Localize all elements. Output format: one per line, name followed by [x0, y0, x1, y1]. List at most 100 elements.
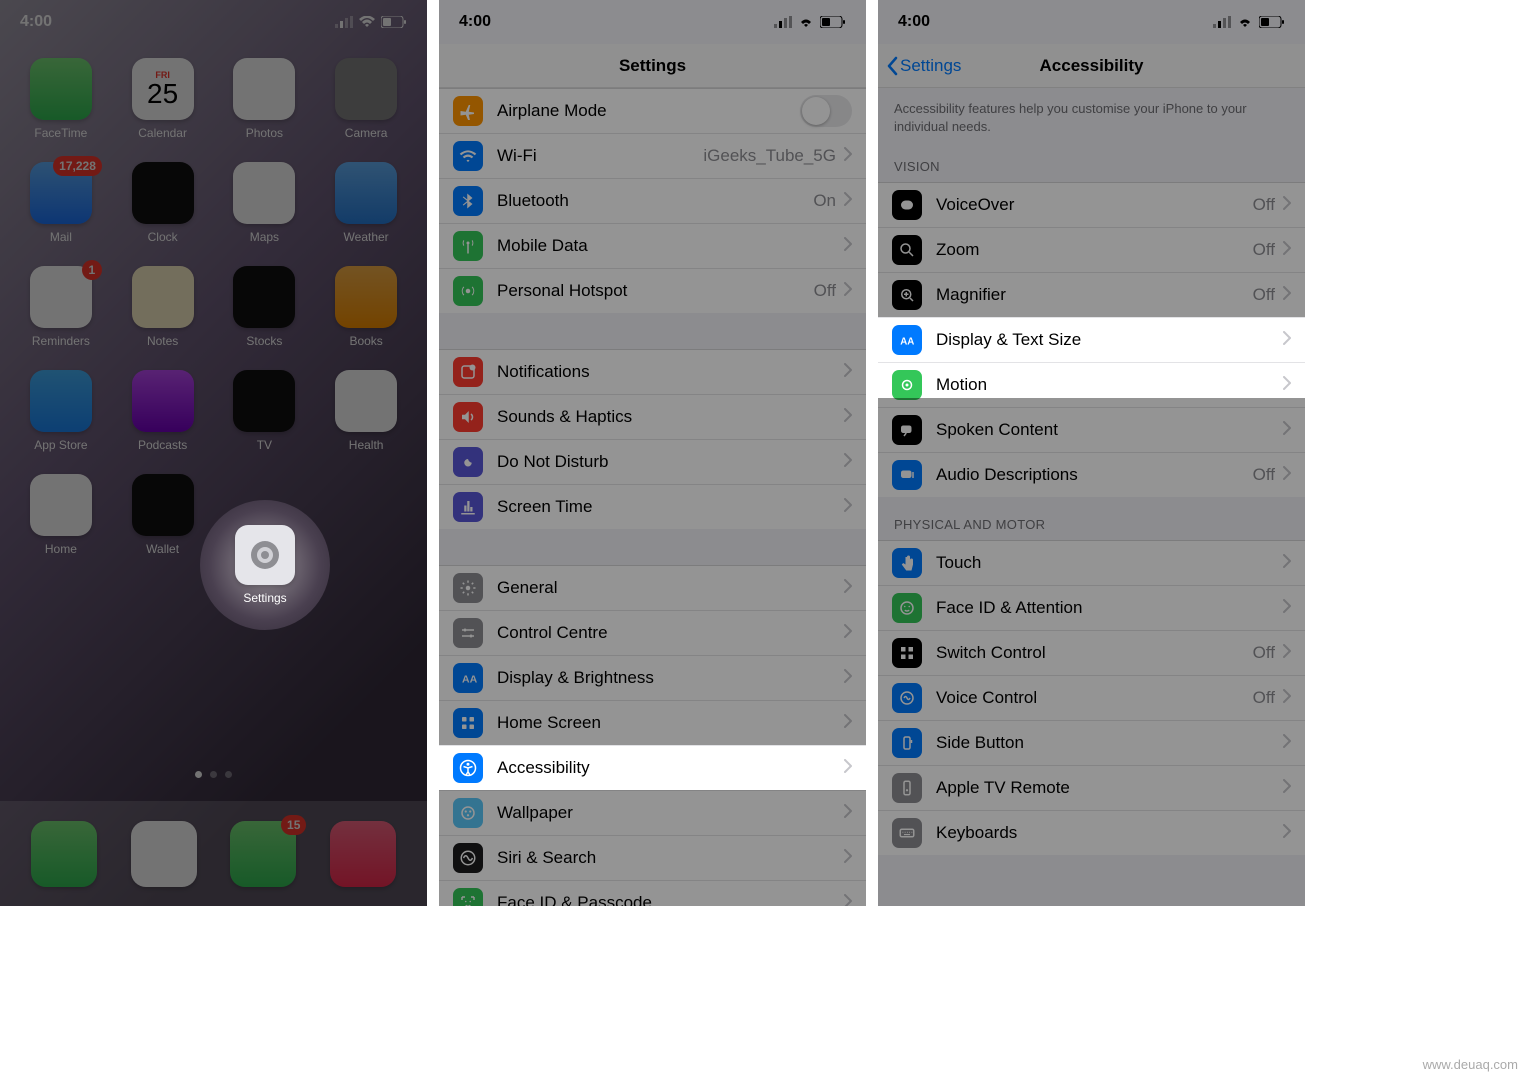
row-voice-control[interactable]: Voice ControlOff — [878, 675, 1305, 720]
row-control-centre[interactable]: Control Centre — [439, 610, 866, 655]
row-label: Switch Control — [936, 643, 1253, 663]
app-home[interactable]: Home — [10, 474, 112, 556]
status-bar: 4:00 — [878, 0, 1305, 44]
back-button[interactable]: Settings — [886, 56, 961, 76]
dock: 15 — [0, 801, 427, 906]
row-side-button[interactable]: Side Button — [878, 720, 1305, 765]
wifi-icon — [798, 16, 814, 28]
chevron-icon — [1283, 779, 1291, 798]
chevron-icon — [844, 804, 852, 823]
row-label: Screen Time — [497, 497, 844, 517]
chevron-icon — [1283, 599, 1291, 618]
settings-icon — [235, 525, 295, 585]
app-stocks[interactable]: Stocks — [214, 266, 316, 348]
clock-icon — [132, 162, 194, 224]
row-display-text-size[interactable]: AADisplay & Text Size — [878, 317, 1305, 362]
row-sounds-haptics[interactable]: Sounds & Haptics — [439, 394, 866, 439]
homescreen-icon — [453, 708, 483, 738]
chevron-icon — [844, 894, 852, 907]
battery-icon — [1259, 16, 1285, 28]
chevron-icon — [844, 624, 852, 643]
app-label: Home — [45, 542, 77, 556]
row-general[interactable]: General — [439, 565, 866, 610]
app-podcasts[interactable]: Podcasts — [112, 370, 214, 452]
row-voiceover[interactable]: VoiceOverOff — [878, 182, 1305, 227]
row-wi-fi[interactable]: Wi-FiiGeeks_Tube_5G — [439, 133, 866, 178]
chevron-icon — [844, 759, 852, 778]
app-label: Mail — [50, 230, 72, 244]
status-icons — [774, 16, 846, 28]
row-wallpaper[interactable]: Wallpaper — [439, 790, 866, 835]
app-wallet[interactable]: Wallet — [112, 474, 214, 556]
row-face-id-attention[interactable]: Face ID & Attention — [878, 585, 1305, 630]
row-apple-tv-remote[interactable]: Apple TV Remote — [878, 765, 1305, 810]
chevron-icon — [844, 147, 852, 166]
app-books[interactable]: Books — [315, 266, 417, 348]
podcasts-icon — [132, 370, 194, 432]
wifi-icon — [453, 141, 483, 171]
row-touch[interactable]: Touch — [878, 540, 1305, 585]
app-mail[interactable]: 17,228Mail — [10, 162, 112, 244]
keyboards-icon — [892, 818, 922, 848]
row-keyboards[interactable]: Keyboards — [878, 810, 1305, 855]
app-weather[interactable]: Weather — [315, 162, 417, 244]
accessibility-icon — [453, 753, 483, 783]
app-maps[interactable]: Maps — [214, 162, 316, 244]
motor-header: PHYSICAL AND MOTOR — [878, 497, 1305, 540]
row-label: Wi-Fi — [497, 146, 703, 166]
settings-group-network: Airplane ModeWi-FiiGeeks_Tube_5GBluetoot… — [439, 88, 866, 313]
app-notes[interactable]: Notes — [112, 266, 214, 348]
row-notifications[interactable]: Notifications — [439, 349, 866, 394]
row-do-not-disturb[interactable]: Do Not Disturb — [439, 439, 866, 484]
row-audio-descriptions[interactable]: Audio DescriptionsOff — [878, 452, 1305, 497]
row-label: Keyboards — [936, 823, 1283, 843]
safari-icon — [131, 821, 197, 887]
app-cal[interactable]: FRI25Calendar — [112, 58, 214, 140]
row-display-brightness[interactable]: AADisplay & Brightness — [439, 655, 866, 700]
app-facetime[interactable]: FaceTime — [10, 58, 112, 140]
app-phone[interactable] — [31, 821, 97, 887]
airplane-icon — [453, 96, 483, 126]
app-reminders[interactable]: 1Reminders — [10, 266, 112, 348]
chevron-icon — [1283, 554, 1291, 573]
row-spoken-content[interactable]: Spoken Content — [878, 407, 1305, 452]
sounds-icon — [453, 402, 483, 432]
row-airplane-mode[interactable]: Airplane Mode — [439, 88, 866, 133]
row-home-screen[interactable]: Home Screen — [439, 700, 866, 745]
row-accessibility[interactable]: Accessibility — [439, 745, 866, 790]
row-zoom[interactable]: ZoomOff — [878, 227, 1305, 272]
app-safari[interactable] — [131, 821, 197, 887]
music-icon — [330, 821, 396, 887]
app-grid: FaceTimeFRI25CalendarPhotosCamera 17,228M… — [0, 44, 427, 556]
app-label: Wallet — [146, 542, 179, 556]
app-appstore[interactable]: App Store — [10, 370, 112, 452]
app-health[interactable]: Health — [315, 370, 417, 452]
row-switch-control[interactable]: Switch ControlOff — [878, 630, 1305, 675]
chevron-icon — [1283, 421, 1291, 440]
row-screen-time[interactable]: Screen Time — [439, 484, 866, 529]
row-motion[interactable]: Motion — [878, 362, 1305, 407]
row-magnifier[interactable]: MagnifierOff — [878, 272, 1305, 317]
row-label: Control Centre — [497, 623, 844, 643]
app-music[interactable] — [330, 821, 396, 887]
app-camera[interactable]: Camera — [315, 58, 417, 140]
app-tv[interactable]: TV — [214, 370, 316, 452]
toggle[interactable] — [800, 95, 852, 127]
row-face-id-passcode[interactable]: Face ID & Passcode — [439, 880, 866, 906]
row-mobile-data[interactable]: Mobile Data — [439, 223, 866, 268]
page-indicator — [0, 771, 427, 778]
photos-icon — [233, 58, 295, 120]
settings-app-highlight[interactable]: Settings — [200, 500, 330, 630]
chevron-icon — [1283, 689, 1291, 708]
app-photos[interactable]: Photos — [214, 58, 316, 140]
battery-icon — [381, 16, 407, 28]
row-value: iGeeks_Tube_5G — [703, 146, 836, 166]
cal-icon: FRI25 — [132, 58, 194, 120]
voiceover-icon — [892, 190, 922, 220]
magnifier-icon — [892, 280, 922, 310]
app-messages[interactable]: 15 — [230, 821, 296, 887]
row-bluetooth[interactable]: BluetoothOn — [439, 178, 866, 223]
row-siri-search[interactable]: Siri & Search — [439, 835, 866, 880]
row-personal-hotspot[interactable]: Personal HotspotOff — [439, 268, 866, 313]
app-clock[interactable]: Clock — [112, 162, 214, 244]
